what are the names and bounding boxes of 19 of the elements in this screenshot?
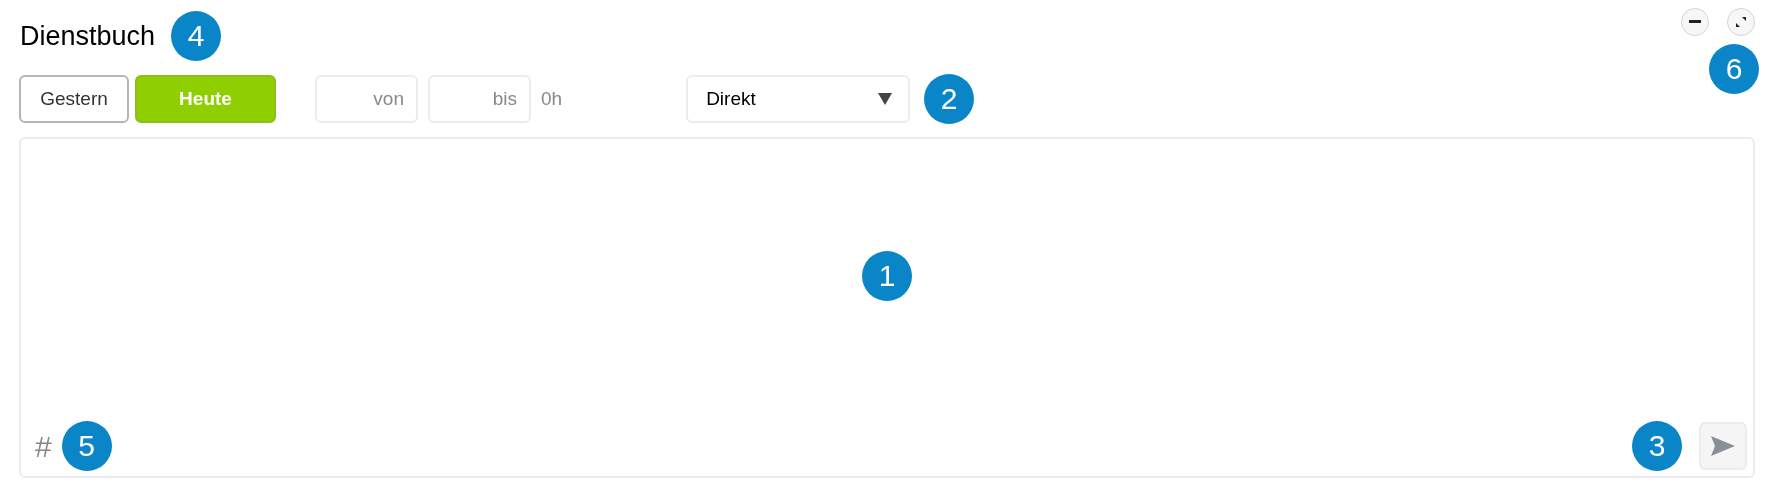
number-badge: 4 — [171, 11, 222, 61]
hashtag-button[interactable]: # — [35, 423, 52, 469]
number-badge: 3 — [1632, 421, 1682, 471]
from-time-field[interactable]: von — [315, 75, 418, 123]
send-icon — [1711, 436, 1735, 456]
number-badge: 5 — [61, 421, 112, 471]
expand-icon — [1735, 16, 1747, 28]
duration-text: 0h — [541, 86, 563, 111]
minimize-icon — [1689, 20, 1701, 24]
number-badge: 1 — [862, 251, 912, 301]
window-title: Dienstbuch — [20, 19, 156, 53]
channel-dropdown[interactable]: Direkt — [686, 75, 911, 123]
expand-button[interactable] — [1727, 8, 1755, 36]
number-badge: 2 — [924, 74, 975, 124]
minimize-button[interactable] — [1681, 8, 1709, 36]
day-tab[interactable]: Gestern — [19, 75, 129, 123]
number-badge: 6 — [1709, 44, 1759, 94]
caret-icon — [878, 93, 893, 105]
to-time-field[interactable]: bis — [428, 75, 531, 123]
